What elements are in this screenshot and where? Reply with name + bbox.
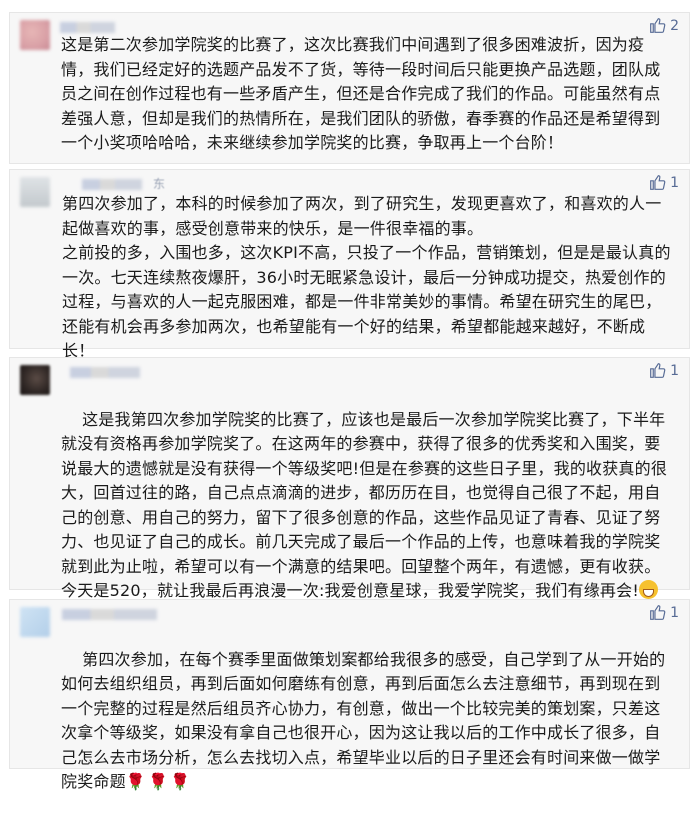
like-count: 1 [670,174,679,191]
comment-card: 1 这是我第四次参加学院奖的比赛了，应该也是最后一次参加学院奖比赛了，下半年就没… [9,357,690,624]
thumbs-up-icon [650,18,666,33]
avatar[interactable] [20,20,50,50]
comment-card: 东 1 第四次参加了，本科的时候参加了两次，到了研究生，发现更喜欢了，和喜欢的人… [9,169,690,360]
like-button[interactable]: 2 [649,17,679,34]
like-count: 1 [670,604,679,621]
comment-author-blur[interactable] [82,179,142,190]
rose-emoji: 🌹 [125,772,146,791]
comment-card: 2 这是第二次参加学院奖的比赛了，这次比赛我们中间遇到了很多困难波折，因为疫情，… [9,12,690,164]
comment-text: 这是第二次参加学院奖的比赛了，这次比赛我们中间遇到了很多困难波折，因为疫情，我们… [61,35,661,152]
avatar[interactable] [20,177,50,207]
thumbs-up-icon [650,175,666,190]
like-button[interactable]: 1 [649,362,679,379]
comment-author[interactable]: 东 [153,175,165,192]
like-button[interactable]: 1 [649,174,679,191]
comment-author[interactable] [70,367,140,378]
rose-emoji: 🌹 [147,772,169,791]
comment-author[interactable] [60,22,115,33]
comment-text: 第四次参加，在每个赛季里面做策划案都给我很多的感受，自己学到了从一开始的如何去组… [61,623,671,819]
avatar[interactable] [20,607,50,637]
like-count: 1 [670,362,679,379]
comment-author[interactable] [62,609,157,620]
comment-card: 1 第四次参加，在每个赛季里面做策划案都给我很多的感受，自己学到了从一开始的如何… [9,599,690,791]
like-count: 2 [670,17,679,34]
comment-body: 这是我第四次参加学院奖的比赛了，应该也是最后一次参加学院奖比赛了，下半年就没有资… [61,409,668,601]
rose-emoji: 🌹 [170,772,191,791]
thumbs-up-icon [650,605,666,620]
thumbs-up-icon [650,363,666,378]
like-button[interactable]: 1 [649,604,679,621]
grinning-face-emoji [638,580,658,599]
comment-text: 第四次参加了，本科的时候参加了两次，到了研究生，发现更喜欢了，和喜欢的人一起做喜… [62,194,671,360]
avatar[interactable] [20,365,50,395]
